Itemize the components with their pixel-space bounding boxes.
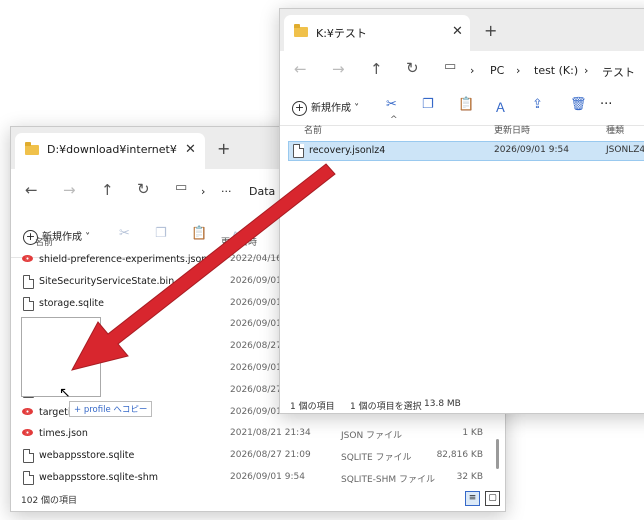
right-explorer-window: K:¥テスト ✕ + ← → ↑ ↻ ▭ › PC › test (K:) › … <box>279 8 644 414</box>
file-type: JSON ファイル <box>341 431 403 442</box>
file-name: webappsstore.sqlite <box>39 450 135 462</box>
plus-circle-icon: + <box>292 100 307 116</box>
new-button[interactable]: + 新規作成 ˅ <box>292 99 359 116</box>
back-arrow-icon[interactable]: ← <box>25 181 38 199</box>
file-row[interactable]: times.json 2021/08/21 21:34 JSON ファイル 1 KB <box>11 423 505 445</box>
file-name: storage.sqlite <box>39 297 104 309</box>
tab-test-folder[interactable]: K:¥テスト ✕ <box>284 15 470 51</box>
status-selected-count: 1 個の項目を選択 <box>350 402 422 412</box>
drag-tooltip-label: + profile へコピー <box>74 405 148 415</box>
tab-title: K:¥テスト <box>316 27 367 40</box>
breadcrumb-folder[interactable]: テスト <box>602 64 635 80</box>
back-arrow-icon[interactable]: ← <box>294 60 307 78</box>
more-options-icon[interactable]: ··· <box>600 97 612 112</box>
tab-close-icon[interactable]: ✕ <box>185 142 196 157</box>
up-arrow-icon[interactable]: ↑ <box>370 60 383 78</box>
file-date: 2026/08/27 21:09 <box>230 450 311 461</box>
folder-icon <box>25 142 39 155</box>
delete-icon[interactable]: 🗑 <box>570 97 587 112</box>
cursor-icon: ↖ <box>59 385 71 401</box>
folder-icon <box>294 24 308 37</box>
file-name: targeti <box>39 406 71 418</box>
refresh-icon[interactable]: ↻ <box>137 180 150 198</box>
breadcrumb-pc[interactable]: PC <box>490 64 504 77</box>
file-size: 1 KB <box>462 428 483 439</box>
new-tab-button[interactable]: + <box>217 139 230 158</box>
new-tab-button[interactable]: + <box>484 21 497 40</box>
eye-icon <box>22 429 33 437</box>
eye-icon <box>22 255 33 262</box>
file-row[interactable]: webappsstore.sqlite-shm 2026/09/01 9:54 SQ… <box>11 467 505 489</box>
file-date: 2026/09/01 9:54 <box>230 472 305 482</box>
column-header-name[interactable]: 名前 <box>304 123 322 136</box>
file-type: SQLITE-SHM ファイル <box>341 475 436 485</box>
breadcrumb-chevron-icon: › <box>584 64 589 77</box>
file-type: SQLITE ファイル <box>341 453 412 464</box>
breadcrumb-segment[interactable]: Data <box>249 185 275 198</box>
file-name: times.json <box>39 428 88 440</box>
eye-icon <box>22 407 33 415</box>
refresh-icon[interactable]: ↻ <box>406 59 419 77</box>
file-date: 2021/08/21 21:34 <box>230 428 311 439</box>
monitor-icon[interactable]: ▭ <box>175 180 187 195</box>
file-type: JSONLZ4 <box>606 145 644 155</box>
file-name: webappsstore.sqlite-shm <box>39 472 159 483</box>
breadcrumb-chevron-icon: › <box>470 64 475 77</box>
file-icon <box>293 144 304 158</box>
tab-strip: K:¥テスト ✕ + <box>280 9 644 51</box>
file-icon <box>23 296 34 311</box>
new-button-label: 新規作成 <box>311 103 351 114</box>
selected-file-row[interactable]: recovery.jsonlz4 2026/09/01 9:54 JSONLZ4 <box>288 141 644 161</box>
status-item-count: 1 個の項目 <box>290 402 335 412</box>
file-name: SiteSecurityServiceState.bin <box>39 275 175 287</box>
details-view-icon[interactable]: ≡ <box>465 491 480 506</box>
forward-arrow-icon[interactable]: → <box>63 181 76 199</box>
tab-title: D:¥download¥internet¥Firefox <box>47 143 177 156</box>
forward-arrow-icon[interactable]: → <box>332 60 345 78</box>
cut-icon[interactable]: ✂ <box>386 97 397 112</box>
file-size: 32 KB <box>456 472 483 482</box>
sort-chevron-icon: ^ <box>390 115 398 125</box>
tiles-view-icon[interactable]: ▢ <box>485 491 500 506</box>
tab-close-icon[interactable]: ✕ <box>452 24 463 39</box>
monitor-icon[interactable]: ▭ <box>444 59 456 74</box>
column-header-date[interactable]: 更新日時 <box>221 235 257 248</box>
file-icon <box>23 449 34 464</box>
file-size: 82,816 KB <box>436 450 483 461</box>
up-arrow-icon[interactable]: ↑ <box>101 181 114 199</box>
rename-icon[interactable]: Ａ <box>494 97 507 116</box>
status-item-count: 102 個の項目 <box>21 496 78 506</box>
file-icon <box>23 471 34 485</box>
file-date: 2026/09/01 9:54 <box>494 145 569 155</box>
status-selected-size: 13.8 MB <box>424 399 461 409</box>
share-icon[interactable]: ⇪ <box>532 97 543 112</box>
paste-icon[interactable]: 📋 <box>458 97 474 112</box>
file-name: recovery.jsonlz4 <box>309 145 386 156</box>
copy-icon[interactable]: ❐ <box>422 97 434 112</box>
scrollbar[interactable] <box>496 439 499 469</box>
column-header-name[interactable]: 名前 <box>35 235 53 248</box>
breadcrumb-more[interactable]: ··· <box>221 185 232 198</box>
navigation-bar: ← → ↑ ↻ ▭ › PC › test (K:) › テスト <box>280 51 644 92</box>
drag-tooltip: + profile へコピー <box>69 401 153 417</box>
file-name: shield-preference-experiments.json <box>39 254 208 265</box>
file-row[interactable]: webappsstore.sqlite 2026/08/27 21:09 SQLIT… <box>11 445 505 467</box>
column-header-type[interactable]: 種類 <box>606 123 624 136</box>
breadcrumb-chevron-icon: › <box>516 64 521 77</box>
breadcrumb-chevron-icon: › <box>201 185 206 198</box>
file-icon <box>23 274 34 289</box>
column-header-date[interactable]: 更新日時 <box>494 123 530 136</box>
tab-firefox-folder[interactable]: D:¥download¥internet¥Firefox ✕ <box>15 133 205 169</box>
breadcrumb-drive[interactable]: test (K:) <box>534 64 578 77</box>
command-bar: + 新規作成 ˅ ✂ ❐ 📋 Ａ ⇪ 🗑 ··· <box>280 91 644 126</box>
